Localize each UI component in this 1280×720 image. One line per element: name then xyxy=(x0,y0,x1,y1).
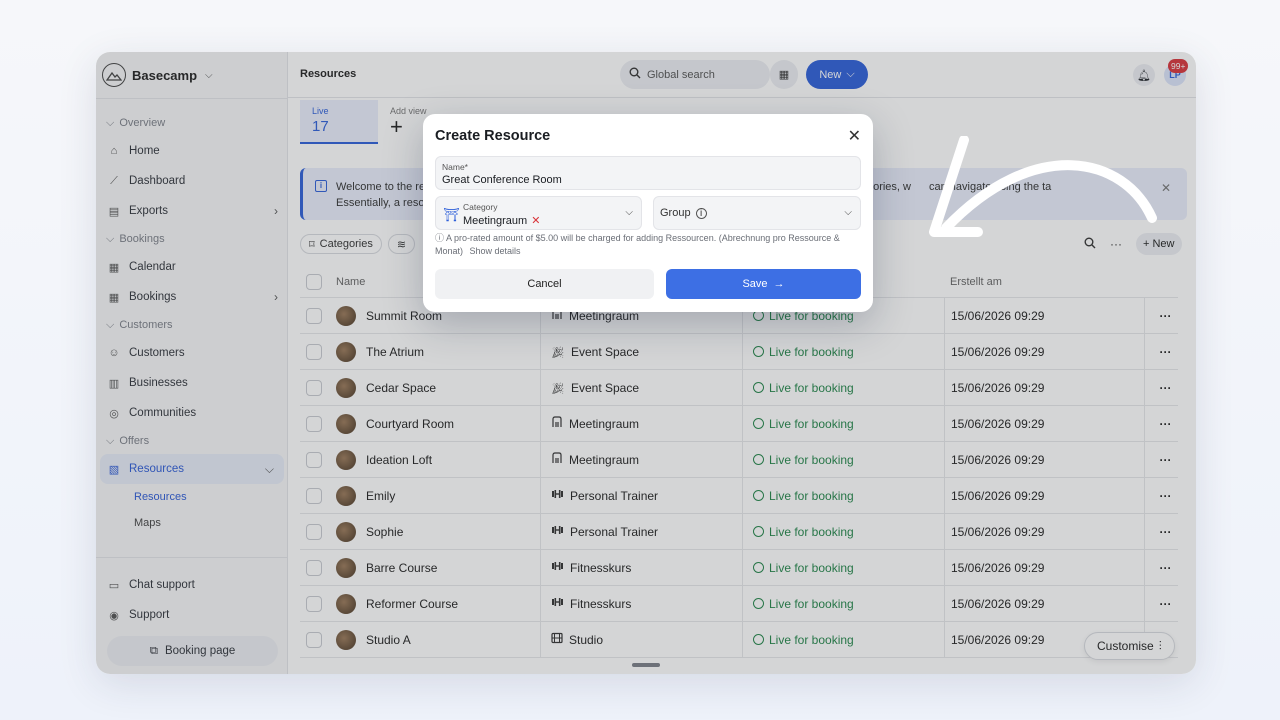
pricing-note: ⓘ A pro-rated amount of $5.00 will be ch… xyxy=(435,233,840,256)
curved-arrow-icon xyxy=(929,136,1157,237)
show-details-link[interactable]: Show details xyxy=(470,246,521,256)
save-button[interactable]: Save → xyxy=(666,269,861,299)
clear-icon[interactable]: ✕ xyxy=(531,215,540,227)
dialog-title: Create Resource xyxy=(435,128,551,144)
close-icon[interactable]: ✕ xyxy=(848,126,861,146)
chevron-down-icon: ⌵ xyxy=(844,207,852,218)
chevron-down-icon: ⌵ xyxy=(625,207,633,218)
name-field[interactable]: Name* Great Conference Room xyxy=(435,156,861,190)
building-icon: ⛩︎ xyxy=(443,207,460,222)
create-resource-dialog: Create Resource ✕ Name* Great Conference… xyxy=(423,114,873,312)
group-select[interactable]: Group i ⌵ xyxy=(653,196,861,230)
name-value: Great Conference Room xyxy=(442,174,562,186)
info-icon: ⓘ xyxy=(435,233,445,243)
category-value: Meetingraum xyxy=(463,215,528,227)
info-icon: i xyxy=(695,207,707,219)
category-select[interactable]: ⛩︎ Category Meetingraum ✕ ⌵ xyxy=(435,196,642,230)
arrow-right-icon: → xyxy=(773,278,785,290)
cancel-button[interactable]: Cancel xyxy=(435,269,654,299)
